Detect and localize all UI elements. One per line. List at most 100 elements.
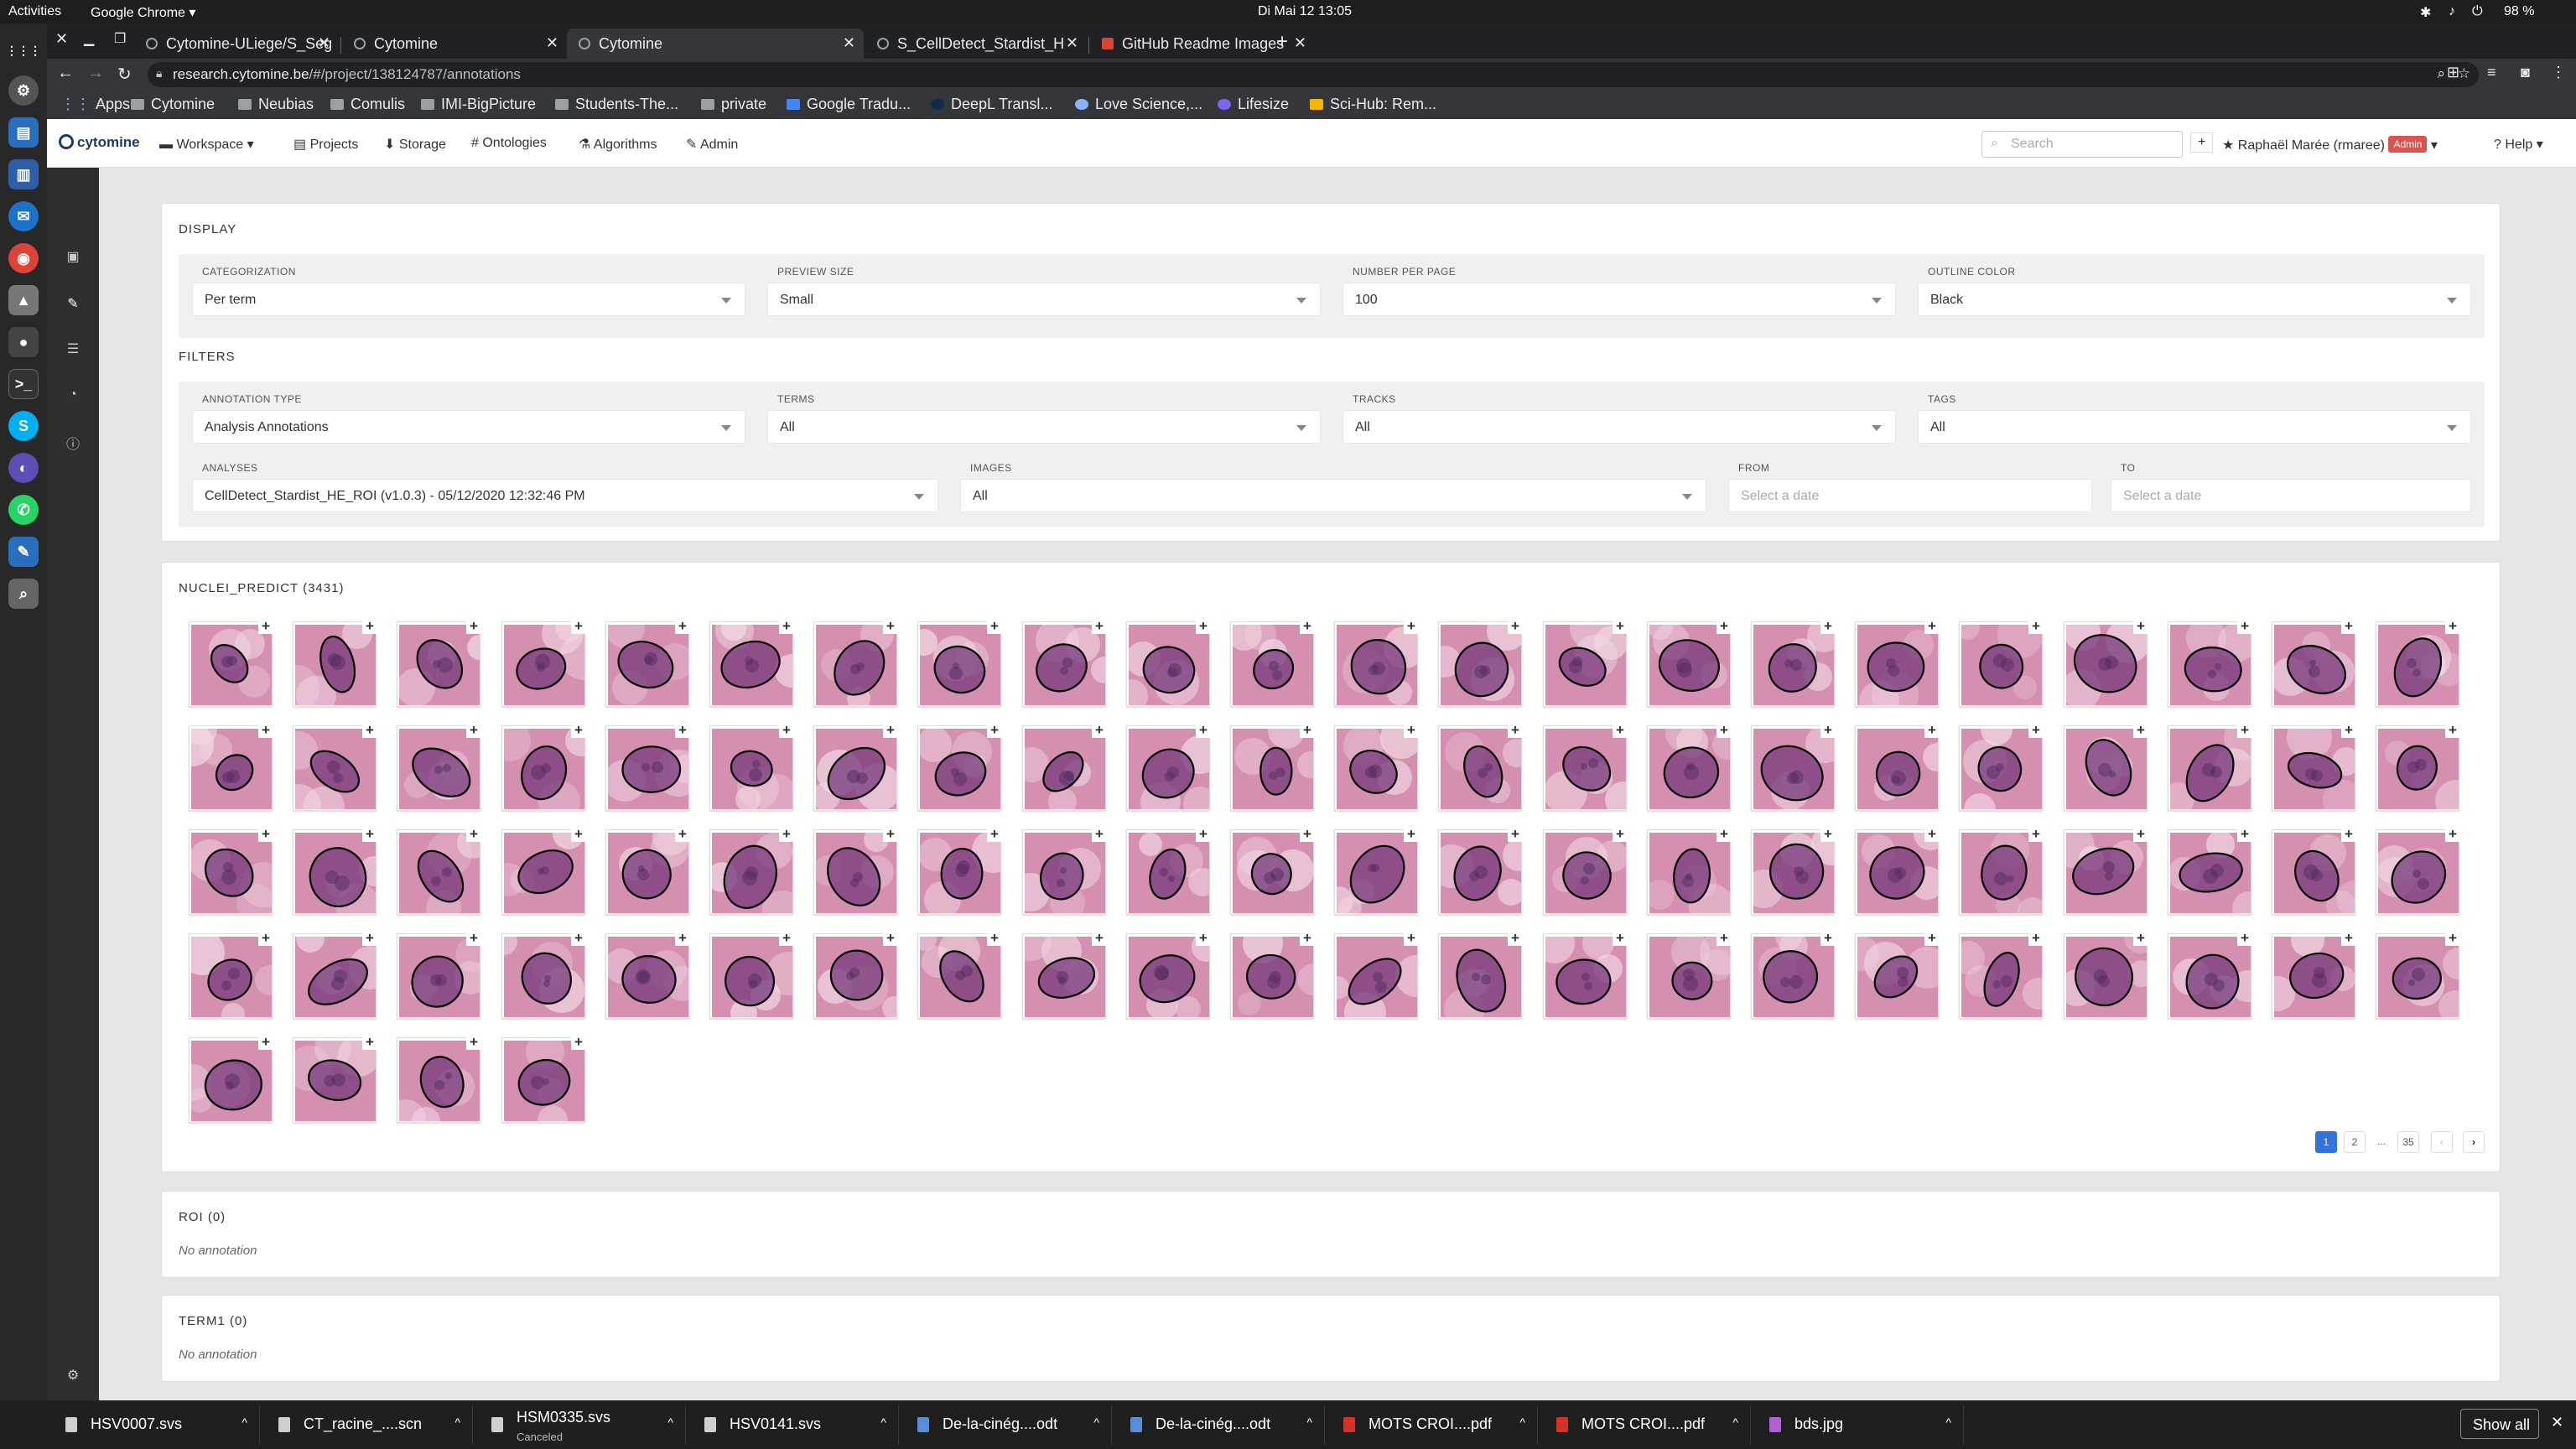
annotation-thumbnail[interactable]: + — [1959, 931, 2044, 1019]
add-term-icon[interactable]: + — [779, 619, 794, 634]
add-term-icon[interactable]: + — [1404, 723, 1419, 738]
annotation-thumbnail[interactable]: + — [1959, 723, 2044, 811]
eclipse-icon[interactable]: ◐ — [8, 453, 39, 483]
add-term-icon[interactable]: + — [1092, 619, 1107, 634]
cytomine-logo[interactable]: cytomine — [59, 134, 140, 151]
annotation-thumbnail[interactable]: + — [1438, 827, 1523, 915]
nav-projects[interactable]: ▤ Projects — [293, 136, 358, 153]
add-term-icon[interactable]: + — [779, 931, 794, 946]
annotation-thumbnail[interactable]: + — [189, 931, 273, 1019]
annotation-thumbnail[interactable]: + — [1543, 619, 1628, 707]
page-2-button[interactable]: 2 — [2344, 1131, 2366, 1153]
extension-icon[interactable]: ≡ — [2487, 64, 2496, 81]
annotation-thumbnail[interactable]: + — [1855, 619, 1940, 707]
clock[interactable]: Di Mai 12 13:05 — [1258, 4, 1352, 19]
annotation-thumbnail[interactable]: + — [293, 1035, 377, 1123]
add-term-icon[interactable]: + — [2028, 931, 2044, 946]
annotation-thumbnail[interactable]: + — [189, 619, 273, 707]
download-item[interactable]: De-la-cinég....odt ^ — [899, 1405, 1112, 1444]
download-item[interactable]: HSV0007.svs ^ — [47, 1405, 260, 1444]
annotation-thumbnail[interactable]: + — [1126, 931, 1211, 1019]
nav-ontologies[interactable]: # Ontologies — [471, 136, 547, 151]
annotation-thumbnail[interactable]: + — [2168, 931, 2252, 1019]
preview-size-select[interactable]: Small — [767, 283, 1321, 316]
add-term-icon[interactable]: + — [2133, 723, 2148, 738]
annotation-thumbnail[interactable]: + — [605, 827, 690, 915]
annotation-thumbnail[interactable]: + — [397, 723, 481, 811]
add-term-icon[interactable]: + — [258, 619, 273, 634]
annotation-thumbnail[interactable]: + — [1647, 723, 1732, 811]
annotation-thumbnail[interactable]: + — [2064, 931, 2148, 1019]
annotation-thumbnail[interactable]: + — [917, 931, 1002, 1019]
annotation-thumbnail[interactable]: + — [1751, 619, 1836, 707]
add-term-icon[interactable]: + — [1300, 931, 1315, 946]
analyses-select[interactable]: CellDetect_Stardist_HE_ROI (v1.0.3) - 05… — [192, 479, 938, 512]
whatsapp-icon[interactable]: ✆ — [8, 495, 39, 525]
add-term-icon[interactable]: + — [987, 931, 1002, 946]
from-date-input[interactable]: Select a date — [1728, 479, 2092, 512]
add-term-icon[interactable]: + — [675, 723, 690, 738]
annotation-thumbnail[interactable]: + — [1751, 723, 1836, 811]
add-term-icon[interactable]: + — [2445, 723, 2460, 738]
tab-close-icon[interactable]: ✕ — [546, 34, 558, 52]
add-term-icon[interactable]: + — [987, 723, 1002, 738]
download-item[interactable]: HSV0141.svs ^ — [686, 1405, 899, 1444]
add-term-icon[interactable]: + — [362, 619, 377, 634]
bookmark-google-translate[interactable]: Google Tradu... — [787, 96, 911, 113]
add-term-icon[interactable]: + — [2445, 619, 2460, 634]
annotation-thumbnail[interactable]: + — [189, 1035, 273, 1123]
annotation-thumbnail[interactable]: + — [1855, 827, 1940, 915]
bookmark-students[interactable]: Students-The... — [555, 96, 678, 113]
annotation-thumbnail[interactable]: + — [1855, 723, 1940, 811]
show-all-button[interactable]: Show all — [2460, 1409, 2539, 1439]
annotation-thumbnail[interactable]: + — [1647, 619, 1732, 707]
add-term-icon[interactable]: + — [571, 827, 586, 842]
profile-icon[interactable]: ◙ — [2521, 64, 2530, 81]
annotation-thumbnail[interactable]: + — [1022, 723, 1107, 811]
annotation-thumbnail[interactable]: + — [293, 723, 377, 811]
tab-close-icon[interactable]: ✕ — [318, 34, 330, 52]
add-term-icon[interactable]: + — [883, 931, 898, 946]
annotation-thumbnail[interactable]: + — [293, 619, 377, 707]
annotation-thumbnail[interactable]: + — [501, 827, 586, 915]
reload-icon[interactable]: ↻ — [117, 64, 132, 85]
add-term-icon[interactable]: + — [466, 619, 481, 634]
annotation-thumbnail[interactable]: + — [1543, 931, 1628, 1019]
annotation-thumbnail[interactable]: + — [1438, 931, 1523, 1019]
add-term-icon[interactable]: + — [1924, 931, 1940, 946]
add-term-icon[interactable]: + — [571, 619, 586, 634]
tab-cytomine-1[interactable]: Cytomine ✕ — [342, 29, 567, 59]
thunderbird-icon[interactable]: ✉ — [8, 201, 39, 231]
bookmark-lifesize[interactable]: Lifesize — [1218, 96, 1289, 113]
add-term-icon[interactable]: + — [1508, 619, 1523, 634]
annotation-thumbnail[interactable]: + — [709, 723, 794, 811]
annotation-thumbnail[interactable]: + — [397, 827, 481, 915]
add-term-icon[interactable]: + — [1404, 827, 1419, 842]
annotation-thumbnail[interactable]: + — [2272, 931, 2356, 1019]
activity-list-icon[interactable]: ☰ — [64, 340, 82, 357]
annotation-thumbnail[interactable]: + — [1855, 931, 1940, 1019]
add-term-icon[interactable]: + — [571, 1035, 586, 1050]
add-term-icon[interactable]: + — [883, 827, 898, 842]
annotation-thumbnail[interactable]: + — [1126, 827, 1211, 915]
bookmark-cytomine[interactable]: Cytomine — [131, 96, 215, 113]
add-term-icon[interactable]: + — [1404, 619, 1419, 634]
add-term-icon[interactable]: + — [1924, 827, 1940, 842]
annotation-thumbnail[interactable]: + — [293, 931, 377, 1019]
settings-icon[interactable]: ⚙ — [8, 75, 39, 106]
add-term-icon[interactable]: + — [1716, 619, 1732, 634]
launcher-icon[interactable]: ⋮⋮⋮ — [6, 35, 41, 65]
add-term-icon[interactable]: + — [1404, 931, 1419, 946]
add-term-icon[interactable]: + — [258, 827, 273, 842]
add-term-icon[interactable]: + — [2341, 619, 2356, 634]
add-term-icon[interactable]: + — [2237, 723, 2252, 738]
add-term-icon[interactable]: + — [1613, 723, 1628, 738]
add-term-icon[interactable]: + — [987, 619, 1002, 634]
annotation-thumbnail[interactable]: + — [813, 619, 898, 707]
annotation-thumbnail[interactable]: + — [1022, 827, 1107, 915]
add-term-icon[interactable]: + — [1716, 723, 1732, 738]
annotation-thumbnail[interactable]: + — [397, 931, 481, 1019]
annotation-thumbnail[interactable]: + — [1647, 931, 1732, 1019]
add-term-icon[interactable]: + — [1092, 827, 1107, 842]
annotation-thumbnail[interactable]: + — [1126, 723, 1211, 811]
